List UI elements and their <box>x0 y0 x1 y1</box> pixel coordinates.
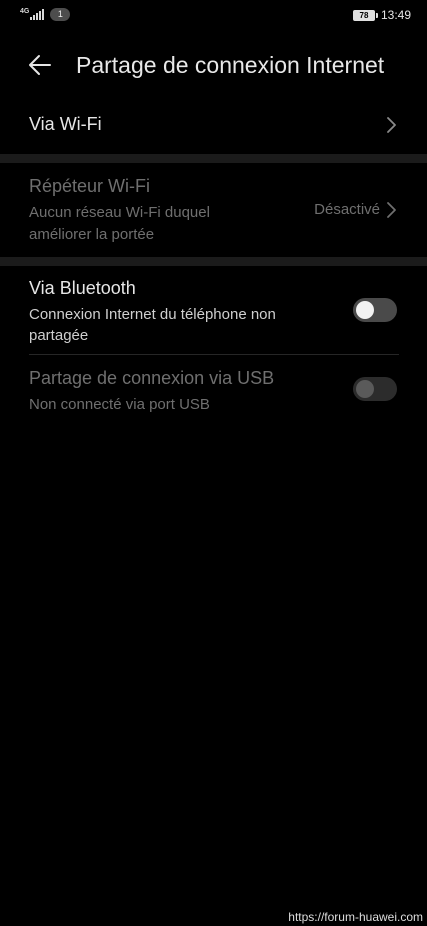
clock: 13:49 <box>380 8 411 22</box>
usb-row[interactable]: Partage de connexion via USB Non connect… <box>0 355 427 425</box>
section-divider <box>0 154 427 163</box>
chevron-right-icon <box>387 202 396 218</box>
screen: 4G 1 78 13:49 Partage de connexion Inter… <box>0 0 427 926</box>
bluetooth-subtitle-line1: Connexion Internet du téléphone non <box>29 306 276 323</box>
header: Partage de connexion Internet <box>0 40 427 90</box>
chevron-right-icon <box>387 117 396 133</box>
wifi-repeater-title: Répéteur Wi-Fi <box>29 176 151 196</box>
bluetooth-toggle[interactable] <box>353 298 397 322</box>
wifi-repeater-row[interactable]: Répéteur Wi-Fi Aucun réseau Wi-Fi duquel… <box>0 163 427 257</box>
signal-strength-icon <box>30 9 45 20</box>
wifi-repeater-subtitle-line1: Aucun réseau Wi-Fi duquel <box>29 204 210 221</box>
network-type: 4G <box>20 8 30 15</box>
usb-toggle[interactable] <box>353 377 397 401</box>
toggle-knob <box>356 380 374 398</box>
toggle-knob <box>356 301 374 319</box>
wifi-repeater-subtitle-line2: améliorer la portée <box>29 226 155 243</box>
battery-icon: 78 <box>352 9 378 21</box>
status-right: 78 13:49 <box>352 8 411 22</box>
bluetooth-row[interactable]: Via Bluetooth Connexion Internet du télé… <box>0 266 427 354</box>
bluetooth-subtitle-line2: partagée <box>29 327 89 344</box>
notification-badge: 1 <box>50 8 71 21</box>
page-title: Partage de connexion Internet <box>76 52 385 78</box>
wifi-hotspot-row[interactable]: Via Wi-Fi <box>0 100 427 152</box>
back-arrow-icon <box>29 55 51 75</box>
status-left: 4G 1 <box>20 8 71 21</box>
back-button[interactable] <box>26 51 54 79</box>
usb-subtitle: Non connecté via port USB <box>29 396 210 413</box>
wifi-hotspot-title: Via Wi-Fi <box>29 114 102 134</box>
usb-title: Partage de connexion via USB <box>29 368 275 388</box>
watermark: https://forum-huawei.com <box>288 910 423 924</box>
section-divider <box>0 257 427 266</box>
bluetooth-title: Via Bluetooth <box>29 278 136 298</box>
wifi-repeater-status: Désactivé <box>314 201 380 218</box>
status-bar: 4G 1 78 13:49 <box>0 0 427 30</box>
